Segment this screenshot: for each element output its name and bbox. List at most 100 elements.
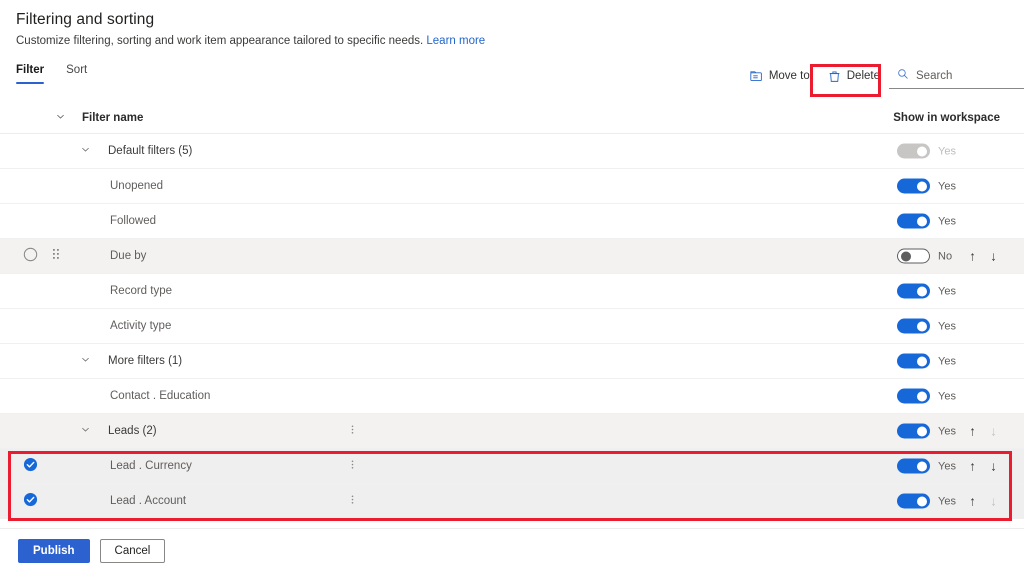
row-label: Leads (2) xyxy=(108,425,157,437)
toggle-state-label: Yes xyxy=(938,320,956,332)
collapse-all-chevron-icon[interactable] xyxy=(55,111,66,125)
row-label: Record type xyxy=(110,285,173,297)
table-row[interactable]: Default filters (5) Yes↑↓ xyxy=(0,134,1024,169)
table-row[interactable]: Activity type Yes↑↓ xyxy=(0,309,1024,344)
filters-table: Filter name Show in workspace Default fi… xyxy=(0,102,1024,519)
row-controls: Yes↑↓ xyxy=(897,318,1000,334)
row-label: More filters (1) xyxy=(108,355,183,367)
toggle-state-label: No xyxy=(938,250,953,262)
table-row[interactable]: Followed Yes↑↓ xyxy=(0,204,1024,239)
row-checkbox-checked[interactable] xyxy=(23,492,38,510)
toolbar: Move to Delete Search xyxy=(741,65,1024,89)
row-controls: Yes ↑ ↓ xyxy=(897,458,1000,474)
show-in-workspace-toggle[interactable] xyxy=(897,458,930,474)
row-controls: Yes↑↓ xyxy=(897,213,1000,229)
tabs-and-toolbar: Filter Sort Move to Delete Search xyxy=(0,64,1024,94)
move-down-arrow-icon[interactable]: ↓ xyxy=(987,460,1000,473)
move-down-arrow-icon[interactable]: ↓ xyxy=(987,425,1000,438)
page-subtitle: Customize filtering, sorting and work it… xyxy=(16,35,1024,47)
table-row[interactable]: Record type Yes↑↓ xyxy=(0,274,1024,309)
row-checkbox-checked[interactable] xyxy=(23,457,38,475)
row-label: Default filters (5) xyxy=(108,145,193,157)
row-controls: Yes↑↓ xyxy=(897,178,1000,194)
row-label: Contact . Education xyxy=(110,390,211,402)
delete-button[interactable]: Delete xyxy=(819,67,889,86)
search-box[interactable]: Search xyxy=(889,65,1024,89)
page-header: Filtering and sorting Customize filterin… xyxy=(0,0,1024,47)
row-controls: Yes↑↓ xyxy=(897,353,1000,369)
table-row[interactable]: More filters (1) Yes↑↓ xyxy=(0,344,1024,379)
tab-sort[interactable]: Sort xyxy=(66,64,87,84)
row-label: Followed xyxy=(110,215,157,227)
show-in-workspace-toggle[interactable] xyxy=(897,283,930,299)
move-to-button[interactable]: Move to xyxy=(741,67,819,86)
toggle-state-label: Yes xyxy=(938,145,956,157)
show-in-workspace-toggle[interactable] xyxy=(897,388,930,404)
row-controls: Yes ↑ ↓ xyxy=(897,423,1000,439)
row-controls: Yes↑↓ xyxy=(897,388,1000,404)
page-subtitle-text: Customize filtering, sorting and work it… xyxy=(16,35,424,47)
row-label: Due by xyxy=(110,250,147,262)
cancel-button[interactable]: Cancel xyxy=(99,538,166,563)
row-controls: Yes ↑ ↓ xyxy=(897,493,1000,509)
filtering-and-sorting-page: Filtering and sorting Customize filterin… xyxy=(0,0,1024,572)
expand-chevron-icon[interactable] xyxy=(80,144,91,158)
drag-handle-icon[interactable] xyxy=(52,248,61,264)
toggle-state-label: Yes xyxy=(938,180,956,192)
move-down-arrow-icon[interactable]: ↓ xyxy=(987,250,1000,263)
show-in-workspace-toggle[interactable] xyxy=(897,318,930,334)
toggle-state-label: Yes xyxy=(938,390,956,402)
show-in-workspace-toggle[interactable] xyxy=(897,143,930,159)
move-up-arrow-icon[interactable]: ↑ xyxy=(966,250,979,263)
trash-icon xyxy=(828,70,841,83)
publish-button[interactable]: Publish xyxy=(18,538,90,563)
row-more-options-icon[interactable] xyxy=(347,423,358,439)
table-row[interactable]: Lead . Account Yes ↑ ↓ xyxy=(0,484,1024,519)
toggle-state-label: Yes xyxy=(938,215,956,227)
row-checkbox[interactable] xyxy=(23,247,38,265)
tab-list: Filter Sort xyxy=(16,64,87,84)
row-label: Lead . Currency xyxy=(110,460,192,472)
table-row[interactable]: Unopened Yes↑↓ xyxy=(0,169,1024,204)
expand-chevron-icon[interactable] xyxy=(80,424,91,438)
show-in-workspace-toggle[interactable] xyxy=(897,248,930,264)
show-in-workspace-toggle[interactable] xyxy=(897,213,930,229)
row-controls: Yes↑↓ xyxy=(897,143,1000,159)
tab-filter[interactable]: Filter xyxy=(16,64,45,84)
toggle-state-label: Yes xyxy=(938,285,956,297)
toggle-state-label: Yes xyxy=(938,425,956,437)
move-up-arrow-icon[interactable]: ↑ xyxy=(966,460,979,473)
show-in-workspace-toggle[interactable] xyxy=(897,423,930,439)
search-input[interactable]: Search xyxy=(916,70,952,82)
toggle-state-label: Yes xyxy=(938,355,956,367)
move-to-icon xyxy=(750,70,763,83)
show-in-workspace-toggle[interactable] xyxy=(897,493,930,509)
toggle-state-label: Yes xyxy=(938,460,956,472)
table-row[interactable]: Lead . Currency Yes ↑ ↓ xyxy=(0,449,1024,484)
page-title: Filtering and sorting xyxy=(16,11,155,28)
column-header-show-in-workspace: Show in workspace xyxy=(893,111,1000,124)
row-label: Activity type xyxy=(110,320,172,332)
move-down-arrow-icon[interactable]: ↓ xyxy=(987,495,1000,508)
delete-label: Delete xyxy=(846,70,880,82)
expand-chevron-icon[interactable] xyxy=(80,354,91,368)
show-in-workspace-toggle[interactable] xyxy=(897,353,930,369)
table-row[interactable]: Contact . Education Yes↑↓ xyxy=(0,379,1024,414)
move-to-label: Move to xyxy=(768,70,810,82)
table-row[interactable]: Leads (2) Yes ↑ ↓ xyxy=(0,414,1024,449)
row-controls: Yes↑↓ xyxy=(897,283,1000,299)
toggle-state-label: Yes xyxy=(938,495,956,507)
row-controls: No ↑ ↓ xyxy=(897,248,1000,264)
row-more-options-icon[interactable] xyxy=(347,493,358,509)
table-row[interactable]: Due by No ↑ ↓ xyxy=(0,239,1024,274)
row-more-options-icon[interactable] xyxy=(347,458,358,474)
table-body: Default filters (5)Yes↑↓UnopenedYes↑↓Fol… xyxy=(0,134,1024,519)
column-header-filter-name: Filter name xyxy=(82,111,144,124)
show-in-workspace-toggle[interactable] xyxy=(897,178,930,194)
table-header-row: Filter name Show in workspace xyxy=(0,102,1024,134)
learn-more-link[interactable]: Learn more xyxy=(426,35,485,47)
row-label: Lead . Account xyxy=(110,495,187,507)
move-up-arrow-icon[interactable]: ↑ xyxy=(966,495,979,508)
search-icon xyxy=(897,67,909,85)
move-up-arrow-icon[interactable]: ↑ xyxy=(966,425,979,438)
